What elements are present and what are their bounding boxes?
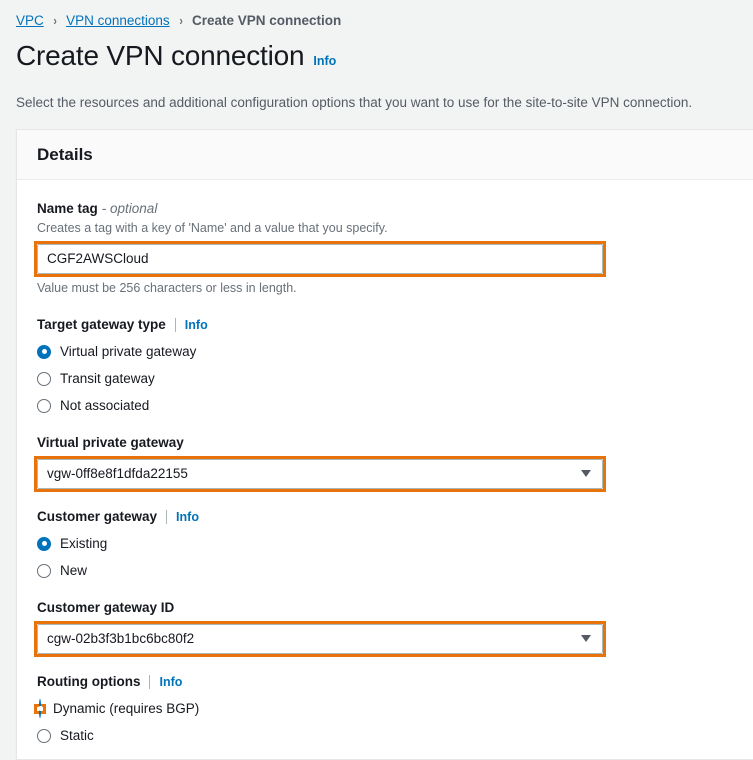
customer-gateway-info-link[interactable]: Info	[176, 508, 199, 526]
customer-gateway-label-text: Customer gateway	[37, 508, 158, 524]
customer-gateway-id-label-text: Customer gateway ID	[37, 599, 175, 615]
details-panel: Details Name tag - optional Creates a ta…	[16, 128, 753, 760]
customer-gateway-id-select[interactable]: cgw-02b3f3b1bc6bc80f2	[37, 623, 603, 654]
radio-label: Existing	[60, 535, 108, 551]
page-description: Select the resources and additional conf…	[16, 94, 693, 110]
radio-label: Dynamic (requires BGP)	[53, 700, 200, 716]
radio-label: New	[60, 562, 88, 578]
radio-label: Static	[60, 727, 94, 743]
details-panel-header: Details	[17, 129, 753, 180]
radio-virtual-private-gateway[interactable]: Virtual private gateway	[37, 343, 733, 361]
name-tag-constraint: Value must be 256 characters or less in …	[37, 280, 297, 295]
radio-icon-selected[interactable]	[37, 344, 51, 359]
field-routing-options: Routing options Info Dynamic (requires B…	[37, 673, 733, 745]
name-tag-input-wrapper	[34, 240, 606, 277]
routing-options-label: Routing options Info	[37, 673, 733, 691]
page-title: Create VPN connection	[16, 40, 305, 71]
field-customer-gateway-id: Customer gateway ID cgw-02b3f3b1bc6bc80f…	[34, 599, 733, 657]
customer-gateway-label: Customer gateway Info	[37, 508, 733, 526]
chevron-down-icon[interactable]	[581, 635, 591, 642]
radio-icon-selected[interactable]	[37, 536, 51, 551]
radio-highlight-ring	[37, 698, 43, 718]
target-gateway-type-radio-group: Virtual private gateway Transit gateway …	[37, 343, 733, 415]
radio-icon-unselected[interactable]	[37, 371, 51, 386]
virtual-private-gateway-label-text: Virtual private gateway	[37, 434, 184, 450]
customer-gateway-id-select-wrapper: cgw-02b3f3b1bc6bc80f2	[34, 620, 606, 657]
target-gateway-type-label-text: Target gateway type	[37, 316, 166, 332]
breadcrumb-separator-icon: ›	[179, 13, 183, 28]
virtual-private-gateway-label: Virtual private gateway	[37, 434, 733, 452]
radio-label: Virtual private gateway	[60, 343, 197, 359]
details-panel-body: Name tag - optional Creates a tag with a…	[17, 180, 753, 759]
virtual-private-gateway-select-wrapper: vgw-0ff8e8f1dfda22155	[34, 455, 606, 492]
customer-gateway-id-label: Customer gateway ID	[37, 599, 733, 617]
radio-routing-dynamic[interactable]: Dynamic (requires BGP)	[37, 698, 733, 718]
radio-not-associated[interactable]: Not associated	[37, 397, 733, 415]
page-header: Create VPN connection Info	[0, 30, 753, 73]
name-tag-hint: Creates a tag with a key of 'Name' and a…	[37, 220, 388, 235]
field-customer-gateway: Customer gateway Info Existing New	[37, 508, 733, 580]
breadcrumb: VPC › VPN connections › Create VPN conne…	[0, 0, 753, 30]
radio-routing-static[interactable]: Static	[37, 727, 733, 745]
target-gateway-type-info-link[interactable]: Info	[185, 316, 208, 334]
breadcrumb-item-create-vpn-connection: Create VPN connection	[192, 13, 342, 28]
label-divider	[174, 317, 176, 332]
radio-label: Transit gateway	[60, 370, 155, 386]
name-tag-input[interactable]	[37, 243, 603, 274]
virtual-private-gateway-select[interactable]: vgw-0ff8e8f1dfda22155	[37, 458, 603, 489]
label-divider	[149, 674, 151, 689]
customer-gateway-radio-group: Existing New	[37, 535, 733, 580]
details-panel-title: Details	[37, 144, 93, 164]
field-virtual-private-gateway: Virtual private gateway vgw-0ff8e8f1dfda…	[34, 434, 733, 492]
name-tag-label-text: Name tag	[37, 200, 98, 216]
radio-transit-gateway[interactable]: Transit gateway	[37, 370, 733, 388]
label-divider	[166, 509, 168, 524]
breadcrumb-item-vpn-connections[interactable]: VPN connections	[66, 12, 170, 30]
radio-icon-selected[interactable]	[39, 698, 41, 718]
radio-customer-gateway-existing[interactable]: Existing	[37, 535, 733, 553]
radio-label: Not associated	[60, 397, 150, 413]
customer-gateway-id-selected-value: cgw-02b3f3b1bc6bc80f2	[47, 631, 195, 646]
routing-options-label-text: Routing options	[37, 673, 141, 689]
radio-customer-gateway-new[interactable]: New	[37, 562, 733, 580]
breadcrumb-separator-icon: ›	[53, 13, 57, 28]
chevron-down-icon[interactable]	[581, 470, 591, 477]
field-name-tag: Name tag - optional Creates a tag with a…	[34, 200, 733, 297]
page-info-link[interactable]: Info	[313, 54, 336, 68]
virtual-private-gateway-selected-value: vgw-0ff8e8f1dfda22155	[47, 466, 188, 481]
target-gateway-type-label: Target gateway type Info	[37, 316, 733, 334]
routing-options-radio-group: Dynamic (requires BGP) Static	[37, 698, 733, 745]
field-target-gateway-type: Target gateway type Info Virtual private…	[37, 316, 733, 415]
radio-icon-unselected[interactable]	[37, 728, 51, 743]
routing-options-info-link[interactable]: Info	[159, 673, 182, 691]
radio-icon-unselected[interactable]	[37, 398, 51, 413]
name-tag-optional-suffix: - optional	[101, 200, 158, 216]
radio-icon-unselected[interactable]	[37, 563, 51, 578]
name-tag-label: Name tag - optional	[37, 200, 733, 218]
breadcrumb-item-vpc[interactable]: VPC	[16, 12, 44, 30]
